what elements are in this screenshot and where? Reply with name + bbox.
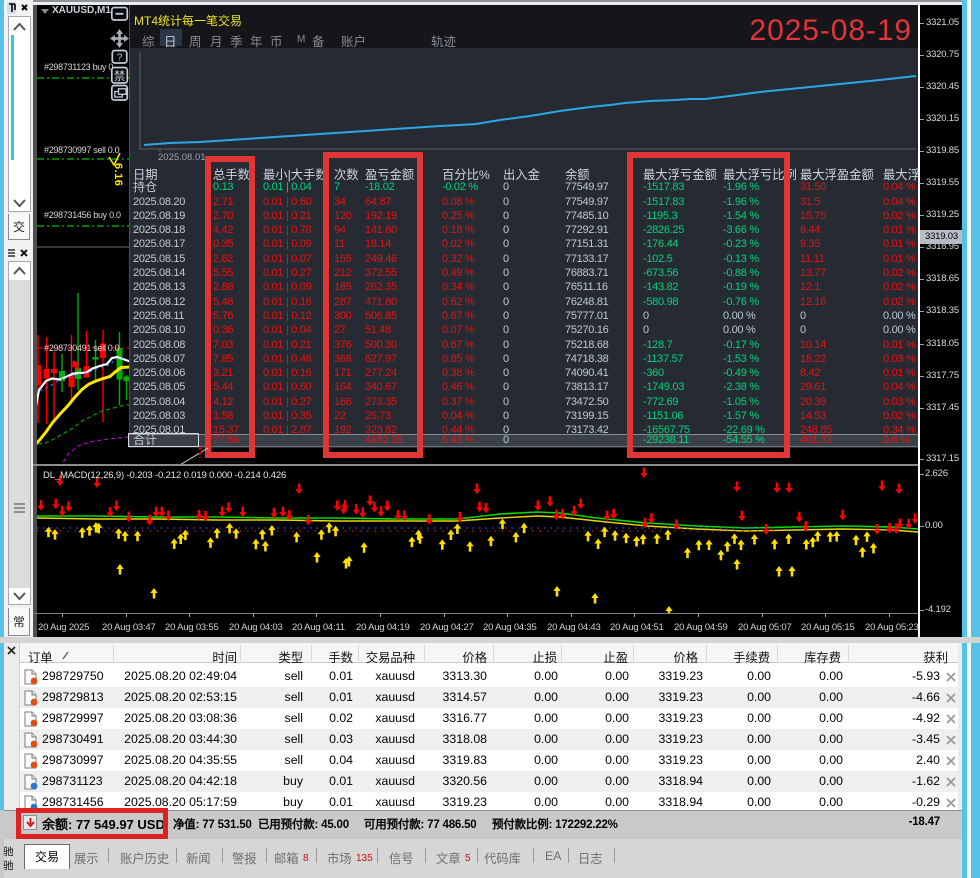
svg-text:?: ? [117, 53, 123, 64]
svg-text:禁: 禁 [114, 70, 126, 83]
